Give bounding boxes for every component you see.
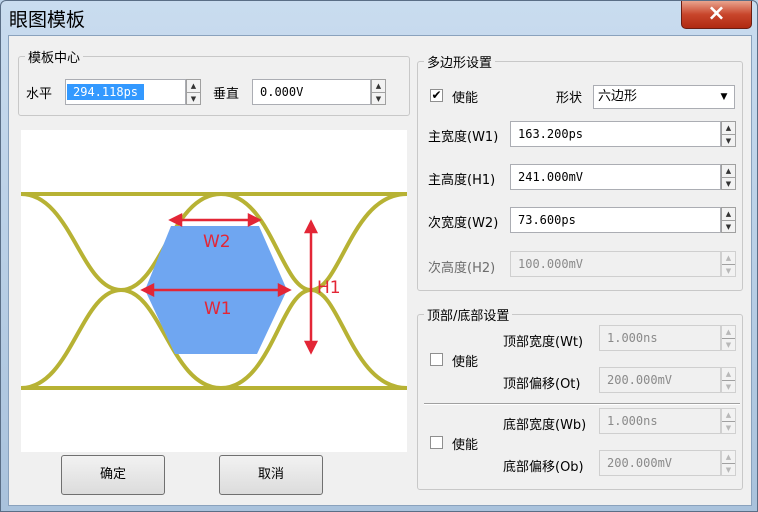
sub-width-input[interactable]: 73.600ps xyxy=(510,207,721,233)
top-width-spinner: ▲ ▼ xyxy=(721,325,736,351)
spin-down-icon[interactable]: ▼ xyxy=(187,93,200,105)
spin-up-icon[interactable]: ▲ xyxy=(722,122,735,135)
horizontal-label: 水平 xyxy=(26,87,53,102)
w1-arrowhead-left xyxy=(140,282,155,298)
top-width-input: 1.000ns xyxy=(599,325,721,351)
sub-width-label: 次宽度(W2) xyxy=(428,216,499,231)
top-offset-input: 200.000mV xyxy=(599,367,721,393)
spin-up-icon: ▲ xyxy=(722,451,735,464)
close-icon: × xyxy=(707,1,726,26)
spin-up-icon[interactable]: ▲ xyxy=(722,165,735,178)
bottom-offset-spinner: ▲ ▼ xyxy=(721,450,736,476)
top-width-label: 顶部宽度(Wt) xyxy=(503,335,584,350)
main-height-label: 主高度(H1) xyxy=(428,173,496,188)
w2-arrowhead-left xyxy=(168,212,183,228)
vertical-input[interactable]: 0.000V xyxy=(252,79,371,105)
chevron-down-icon[interactable]: ▼ xyxy=(716,88,732,106)
bottom-enable-label: 使能 xyxy=(452,438,479,453)
vertical-spinner[interactable]: ▲ ▼ xyxy=(371,79,386,105)
top-enable-label: 使能 xyxy=(452,355,479,370)
top-offset-spinner: ▲ ▼ xyxy=(721,367,736,393)
bottom-offset-input: 200.000mV xyxy=(599,450,721,476)
main-height-input[interactable]: 241.000mV xyxy=(510,164,721,190)
spin-down-icon: ▼ xyxy=(725,341,732,349)
spin-up-icon[interactable]: ▲ xyxy=(372,80,385,93)
bottom-width-spinner: ▲ ▼ xyxy=(721,408,736,434)
spin-up-icon: ▲ xyxy=(722,368,735,381)
eye-diagram-canvas: W2 W1 H1 xyxy=(20,130,408,452)
dialog-client: 模板中心 水平 294.118ps ▲ ▼ 垂直 0.000V ▲ ▼ W2 W… xyxy=(8,35,752,506)
top-bottom-settings-legend: 顶部/底部设置 xyxy=(424,305,513,324)
bottom-width-label: 底部宽度(Wb) xyxy=(503,418,587,433)
spin-up-icon[interactable]: ▲ xyxy=(187,80,200,93)
w2-label: W2 xyxy=(203,232,231,252)
spin-down-icon[interactable]: ▼ xyxy=(722,135,735,147)
horizontal-spinner[interactable]: ▲ ▼ xyxy=(186,79,201,105)
h1-arrowhead-bottom xyxy=(303,340,319,355)
spin-down-icon: ▼ xyxy=(725,267,732,275)
spin-down-icon: ▼ xyxy=(725,466,732,474)
shape-value: 六边形 xyxy=(598,89,638,104)
cancel-button[interactable]: 取消 xyxy=(219,455,323,495)
close-button[interactable]: × xyxy=(681,1,752,29)
spin-up-icon: ▲ xyxy=(722,326,735,339)
top-offset-label: 顶部偏移(Ot) xyxy=(503,377,581,392)
bottom-width-input: 1.000ns xyxy=(599,408,721,434)
spin-up-icon: ▲ xyxy=(722,409,735,422)
top-enable-checkbox[interactable] xyxy=(430,353,443,366)
spin-down-icon[interactable]: ▼ xyxy=(722,178,735,190)
polygon-enable-checkbox[interactable]: ✔ xyxy=(430,89,443,102)
sub-height-label: 次高度(H2) xyxy=(428,261,496,276)
spin-down-icon: ▼ xyxy=(725,383,732,391)
template-center-legend: 模板中心 xyxy=(25,47,84,66)
spin-down-icon: ▼ xyxy=(725,424,732,432)
h1-label: H1 xyxy=(317,278,341,298)
eye-diagram: W2 W1 H1 xyxy=(20,192,408,390)
main-width-input[interactable]: 163.200ps xyxy=(510,121,721,147)
main-width-spinner[interactable]: ▲ ▼ xyxy=(721,121,736,147)
shape-label: 形状 xyxy=(556,91,583,106)
h1-arrowhead-top xyxy=(303,219,319,234)
group-divider xyxy=(424,403,740,405)
w1-arrowhead-right xyxy=(277,282,292,298)
polygon-enable-label: 使能 xyxy=(452,91,479,106)
spin-down-icon[interactable]: ▼ xyxy=(372,93,385,105)
spin-down-icon[interactable]: ▼ xyxy=(722,221,735,233)
shape-select[interactable]: 六边形 ▼ xyxy=(593,85,735,109)
horizontal-value: 294.118ps xyxy=(67,84,145,100)
vertical-label: 垂直 xyxy=(213,87,240,102)
spin-up-icon[interactable]: ▲ xyxy=(722,208,735,221)
horizontal-input[interactable]: 294.118ps xyxy=(65,79,186,105)
spin-up-icon: ▲ xyxy=(722,252,735,265)
ok-button[interactable]: 确定 xyxy=(61,455,165,495)
main-height-spinner[interactable]: ▲ ▼ xyxy=(721,164,736,190)
bottom-enable-checkbox[interactable] xyxy=(430,436,443,449)
sub-height-spinner: ▲ ▼ xyxy=(721,251,736,277)
dialog-window: 眼图模板 × 模板中心 水平 294.118ps ▲ ▼ 垂直 0.000V ▲ ▼ xyxy=(0,0,758,512)
bottom-offset-label: 底部偏移(Ob) xyxy=(503,460,584,475)
sub-width-spinner[interactable]: ▲ ▼ xyxy=(721,207,736,233)
sub-height-input: 100.000mV xyxy=(510,251,721,277)
window-title: 眼图模板 xyxy=(9,9,86,31)
w1-label: W1 xyxy=(204,299,232,319)
main-width-label: 主宽度(W1) xyxy=(428,130,499,145)
polygon-settings-legend: 多边形设置 xyxy=(424,52,496,71)
